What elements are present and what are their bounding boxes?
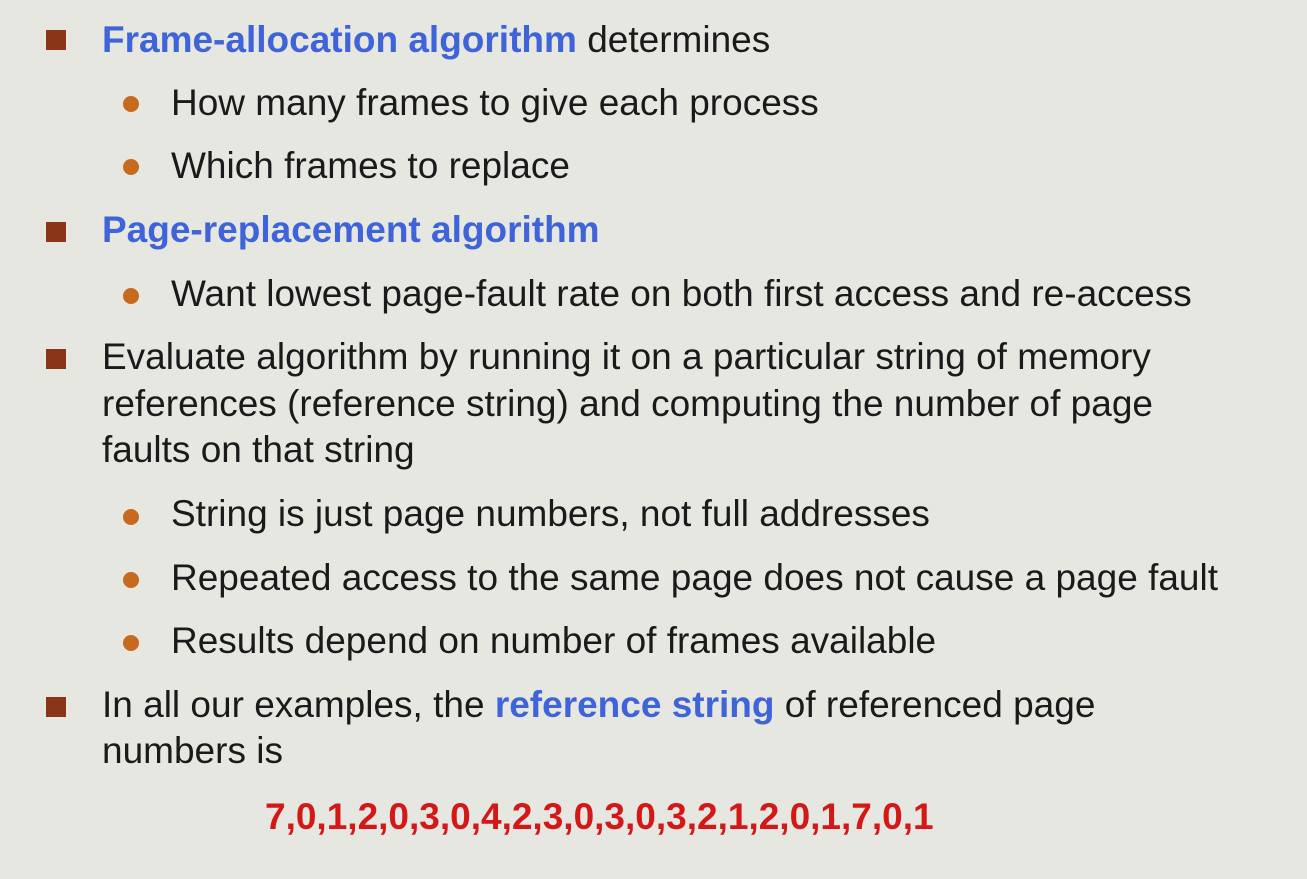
bullet-evaluate-line-3: faults on that string xyxy=(102,429,415,470)
reference-string-value: 7,0,1,2,0,3,0,4,2,3,0,3,0,3,2,1,2,0,1,7,… xyxy=(265,796,934,837)
square-bullet-icon xyxy=(46,222,66,242)
reference-string-term: reference string xyxy=(494,684,775,725)
sub-bullet: Want lowest page-fault rate on both firs… xyxy=(171,273,1192,314)
sub-bullet: String is just page numbers, not full ad… xyxy=(171,493,930,534)
square-bullet-icon xyxy=(46,349,66,369)
sub-bullet: Which frames to replace xyxy=(171,145,570,186)
round-bullet-icon xyxy=(123,635,139,651)
frame-allocation-term: Frame-allocation algorithm xyxy=(102,19,577,60)
round-bullet-icon xyxy=(123,288,139,304)
bullet-frame-allocation: Frame-allocation algorithm determines xyxy=(102,17,770,63)
round-bullet-icon xyxy=(123,96,139,112)
round-bullet-icon xyxy=(123,509,139,525)
slide: Frame-allocation algorithm determines Ho… xyxy=(0,0,1307,879)
bullet-reference-string-line-1: In all our examples, the reference strin… xyxy=(102,682,1095,728)
bullet-reference-string-line-2: numbers is xyxy=(102,730,283,771)
sub-bullet: Repeated access to the same page does no… xyxy=(171,557,1219,598)
round-bullet-icon xyxy=(123,159,139,175)
bullet-text: of referenced page xyxy=(774,684,1096,725)
bullet-page-replacement: Page-replacement algorithm xyxy=(102,207,600,253)
bullet-evaluate-line-1: Evaluate algorithm by running it on a pa… xyxy=(102,336,1151,377)
page-replacement-term: Page-replacement algorithm xyxy=(102,209,600,250)
bullet-evaluate-line-2: references (reference string) and comput… xyxy=(102,383,1153,424)
bullet-text: In all our examples, the xyxy=(102,684,495,725)
bullet-text: determines xyxy=(576,19,771,60)
square-bullet-icon xyxy=(46,30,66,50)
square-bullet-icon xyxy=(46,697,66,717)
sub-bullet: Results depend on number of frames avail… xyxy=(171,620,937,661)
round-bullet-icon xyxy=(123,572,139,588)
sub-bullet: How many frames to give each process xyxy=(171,82,819,123)
